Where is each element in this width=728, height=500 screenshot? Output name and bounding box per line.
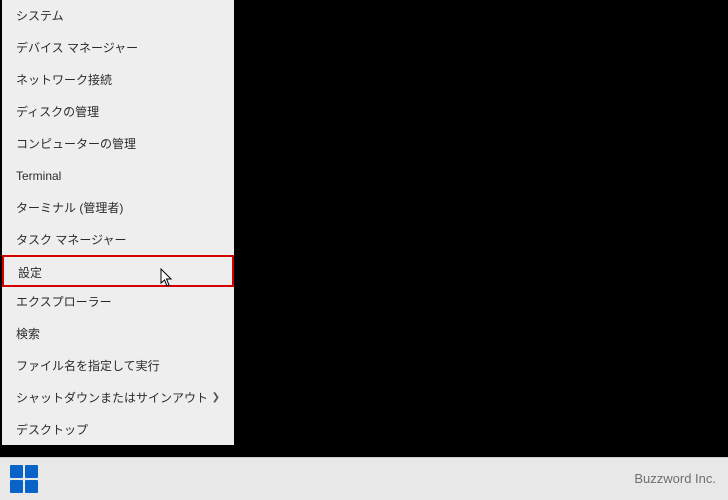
desktop: システム デバイス マネージャー ネットワーク接続 ディスクの管理 コンピュータ… <box>0 0 728 500</box>
menu-item-label: デスクトップ <box>16 423 88 437</box>
menu-item-explorer[interactable]: エクスプローラー <box>2 286 234 318</box>
menu-item-settings[interactable]: 設定 <box>2 255 234 287</box>
menu-item-network-connections[interactable]: ネットワーク接続 <box>2 64 234 96</box>
chevron-right-icon: ❯ <box>212 382 220 414</box>
menu-item-task-manager[interactable]: タスク マネージャー <box>2 224 234 256</box>
menu-item-label: タスク マネージャー <box>16 233 127 247</box>
windows-logo-icon <box>10 480 23 493</box>
brand-watermark: Buzzword Inc. <box>634 471 716 486</box>
menu-item-label: 設定 <box>18 266 42 280</box>
menu-item-search[interactable]: 検索 <box>2 318 234 350</box>
start-button[interactable] <box>10 465 38 493</box>
menu-item-label: システム <box>16 9 64 23</box>
windows-logo-icon <box>25 480 38 493</box>
menu-item-label: ディスクの管理 <box>16 105 99 119</box>
menu-item-label: ネットワーク接続 <box>16 73 112 87</box>
windows-logo-icon <box>25 465 38 478</box>
taskbar <box>0 457 728 500</box>
menu-item-label: 検索 <box>16 327 40 341</box>
menu-item-label: Terminal <box>16 169 61 183</box>
menu-item-system[interactable]: システム <box>2 0 234 32</box>
windows-logo-icon <box>10 465 23 478</box>
menu-item-label: デバイス マネージャー <box>16 41 138 55</box>
menu-item-label: ターミナル (管理者) <box>16 201 123 215</box>
menu-item-run[interactable]: ファイル名を指定して実行 <box>2 350 234 382</box>
menu-item-terminal[interactable]: Terminal <box>2 160 234 192</box>
menu-item-shutdown-signout[interactable]: シャットダウンまたはサインアウト ❯ <box>2 382 234 414</box>
menu-item-label: エクスプローラー <box>16 295 112 309</box>
menu-item-desktop[interactable]: デスクトップ <box>2 414 234 445</box>
menu-item-computer-management[interactable]: コンピューターの管理 <box>2 128 234 160</box>
winx-context-menu: システム デバイス マネージャー ネットワーク接続 ディスクの管理 コンピュータ… <box>2 0 234 445</box>
menu-item-device-manager[interactable]: デバイス マネージャー <box>2 32 234 64</box>
menu-item-terminal-admin[interactable]: ターミナル (管理者) <box>2 192 234 224</box>
menu-item-label: ファイル名を指定して実行 <box>16 359 160 373</box>
menu-item-label: コンピューターの管理 <box>16 137 136 151</box>
menu-item-label: シャットダウンまたはサインアウト <box>16 391 208 405</box>
menu-item-disk-management[interactable]: ディスクの管理 <box>2 96 234 128</box>
